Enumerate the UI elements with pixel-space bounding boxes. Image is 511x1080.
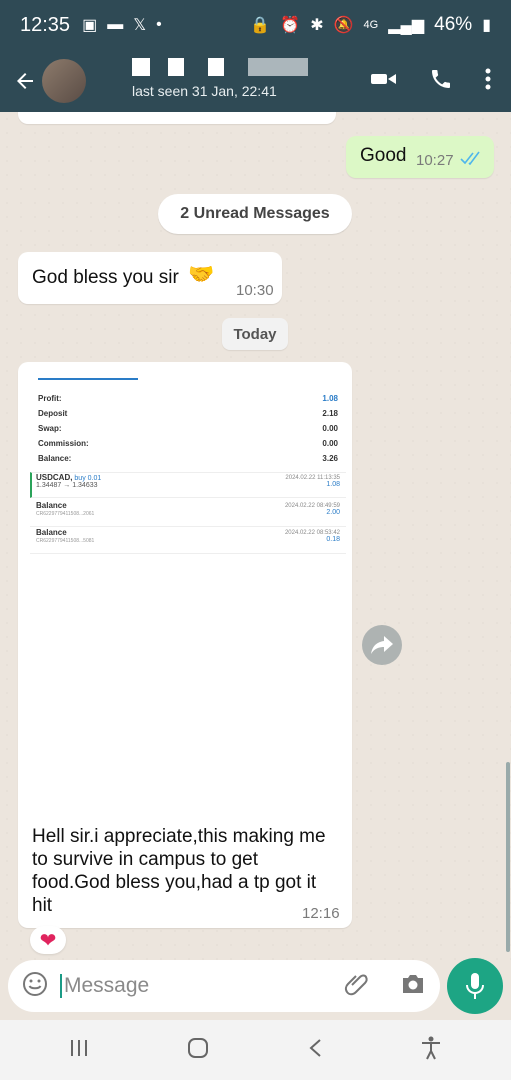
heart-icon: ❤ [39,929,57,952]
summary-row: Deposit 2.18 [38,409,338,418]
signal-icon: ▂▄▆ [388,17,425,34]
forward-icon [371,636,393,654]
avatar[interactable] [42,59,86,103]
more-options-icon[interactable] [485,68,491,95]
trade-row: Balance CR6229779411508...5081 2024.02.2… [30,528,346,554]
message-time: 10:27 [416,152,454,169]
scrollbar[interactable] [506,762,510,952]
last-seen: last seen 31 Jan, 22:41 [132,83,277,99]
recent-apps-button[interactable] [69,1039,89,1062]
summary-row: Balance: 3.26 [38,454,338,463]
x-icon: 𝕏 [133,17,147,34]
battery-level: 46% [434,14,473,35]
unread-messages-banner: 2 Unread Messages [158,194,352,234]
home-button[interactable] [187,1037,209,1064]
arrow-left-icon [17,73,33,89]
attached-image[interactable]: Profit: 1.08 Deposit 2.18 Swap: 0.00 Commis… [24,368,349,816]
message-outgoing[interactable]: Good 10:27 [346,136,494,178]
emoji-icon[interactable] [22,971,48,1002]
trade-row: Balance CR6229779411508...2061 2024.02.2… [30,501,346,527]
summary-row: Profit: 1.08 [38,394,338,403]
notification-icons: ▣ ▬ 𝕏 • [82,15,162,35]
message-bubble-partial[interactable] [18,112,336,124]
double-check-icon [460,151,482,170]
mic-button[interactable] [447,958,503,1014]
forward-button[interactable] [362,625,402,665]
back-nav-button[interactable] [308,1038,322,1063]
image-message[interactable]: Profit: 1.08 Deposit 2.18 Swap: 0.00 Commis… [18,362,352,928]
message-input[interactable]: Message [60,974,344,998]
chat-area[interactable]: Good 10:27 2 Unread Messages God bless y… [0,112,511,960]
network-type: 4G [363,19,379,31]
reaction-badge[interactable]: ❤ [30,926,66,954]
battery-icon: ▮ [482,17,491,34]
back-button[interactable] [4,69,46,93]
accessibility-icon[interactable] [420,1036,442,1065]
status-time: 12:35 [20,13,71,36]
status-bar: 12:35 ▣ ▬ 𝕏 • 🔒 ⏰ ✱ 🔕 4G ▂▄▆ 46% ▮ [0,0,511,50]
alarm-icon: ⏰ [280,17,301,34]
image-caption: Hell sir.i appreciate,this making me to … [32,826,326,916]
camera-icon[interactable] [400,973,426,1000]
phone-icon[interactable] [429,67,453,96]
video-call-icon[interactable] [371,72,397,91]
trade-row: USDCAD, buy 0.01 1.34487 → 1.34633 2024.… [30,472,346,498]
summary-row: Swap: 0.00 [38,424,338,433]
message-incoming[interactable]: God bless you sir 🤝 10:30 [18,252,282,304]
contact-info[interactable]: last seen 31 Jan, 22:41 [98,50,371,112]
summary-row: Commission: 0.00 [38,439,338,448]
mic-icon [466,973,484,999]
mute-icon: 🔕 [333,17,354,34]
attach-icon[interactable] [344,971,370,1002]
handshake-emoji: 🤝 [188,263,215,286]
message-composer: Message [8,960,440,1012]
chat-header: last seen 31 Jan, 22:41 [0,50,511,112]
gallery-icon: ▣ [82,17,98,34]
contact-name-redacted [98,58,348,78]
message-time: 12:16 [302,905,340,922]
system-nav-bar [0,1020,511,1080]
message-text: God bless you sir [32,267,179,288]
chat-notification-icon: ▬ [107,16,124,33]
message-time: 10:30 [236,282,274,299]
lock-icon: 🔒 [250,17,271,34]
bluetooth-icon: ✱ [310,17,324,34]
date-divider: Today [222,318,288,350]
message-text: Good [360,145,407,166]
dot-icon: • [156,16,162,33]
